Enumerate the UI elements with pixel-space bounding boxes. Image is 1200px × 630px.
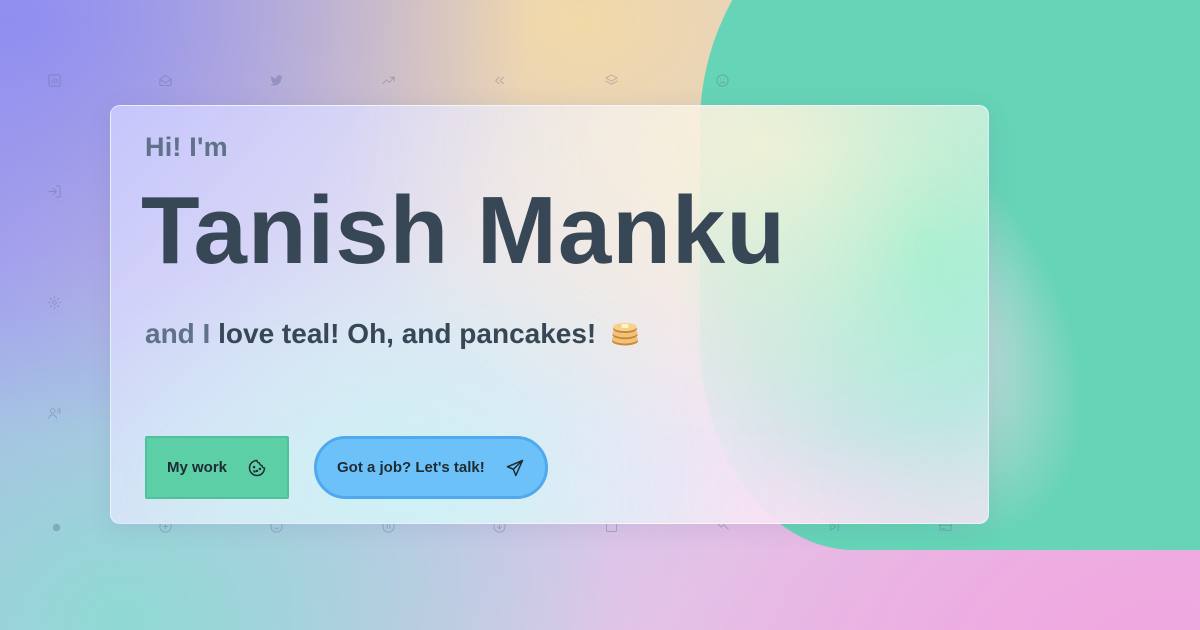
pancakes-icon bbox=[610, 319, 640, 347]
sad-face-icon bbox=[714, 72, 730, 88]
hero-name: Tanish Manku bbox=[141, 177, 786, 284]
tagline: and I love teal! Oh, and pancakes! bbox=[145, 318, 640, 350]
cookie-icon bbox=[247, 458, 267, 478]
chevrons-left-icon bbox=[491, 72, 507, 88]
user-voice-icon bbox=[46, 405, 62, 421]
lets-talk-label: Got a job? Let's talk! bbox=[337, 459, 485, 476]
bar-chart-icon bbox=[46, 72, 62, 88]
paper-plane-icon bbox=[505, 458, 525, 478]
greeting-text: Hi! I'm bbox=[145, 132, 228, 162]
mail-open-icon bbox=[157, 72, 173, 88]
layers-icon bbox=[603, 72, 619, 88]
tagline-main: love teal! Oh, and pancakes! bbox=[218, 318, 597, 349]
my-work-button[interactable]: My work bbox=[145, 436, 289, 499]
settings-icon bbox=[46, 294, 62, 310]
lets-talk-button[interactable]: Got a job? Let's talk! bbox=[314, 436, 548, 499]
tagline-intro: and I bbox=[145, 318, 211, 349]
log-in-icon bbox=[46, 183, 62, 199]
twitter-icon bbox=[268, 72, 284, 88]
trending-up-icon bbox=[380, 72, 396, 88]
dot-icon bbox=[48, 519, 64, 535]
hero-card: Hi! I'm Tanish Manku and I love teal! Oh… bbox=[110, 105, 989, 524]
my-work-label: My work bbox=[167, 459, 228, 476]
